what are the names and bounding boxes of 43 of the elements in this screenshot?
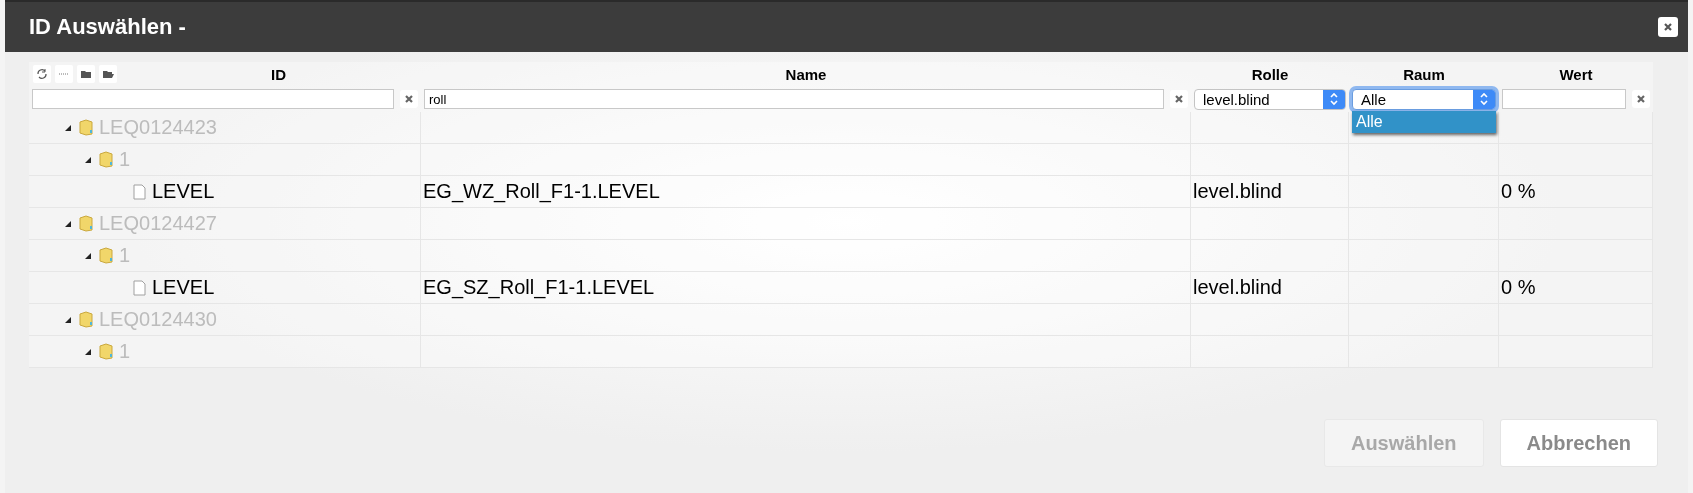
filter-field[interactable] [32,89,394,109]
folder-icon [79,215,93,232]
column-header[interactable]: ID [271,65,286,83]
collapse-triangle-icon[interactable] [83,347,93,356]
close-button[interactable] [1658,17,1678,37]
folder-icon [79,119,93,136]
collapse-triangle-icon[interactable] [63,219,73,228]
collapse-triangle-icon[interactable] [63,123,73,132]
filter-dropdown[interactable]: Alle [1352,88,1496,110]
clear-icon[interactable] [400,90,418,108]
column-header[interactable]: Raum [1403,65,1445,83]
filter-field[interactable] [1502,89,1626,109]
close-icon [1662,21,1674,33]
value-cell: 0 % [1499,176,1653,208]
name-cell: EG_WZ_Roll_F1-1.LEVEL [421,176,1191,208]
clear-icon[interactable] [1632,90,1650,108]
folder-icon[interactable] [77,65,95,83]
file-icon [133,279,146,296]
collapse-triangle-icon[interactable] [83,155,93,164]
collapse-triangle-icon[interactable] [83,251,93,260]
role-cell: level.blind [1191,272,1349,304]
filter-field[interactable]: roll [424,89,1164,109]
value-cell: 0 % [1499,272,1653,304]
clear-icon[interactable] [1170,90,1188,108]
window-title: ID Auswählen - [29,14,186,40]
folder-icon [99,151,113,168]
up-down-arrows-icon [1479,92,1489,106]
column-header[interactable]: Rolle [1251,65,1289,83]
open-folder-icon[interactable] [99,65,117,83]
refresh-icon[interactable] [33,65,51,83]
role-cell: level.blind [1191,176,1349,208]
folder-icon [79,311,93,328]
up-down-arrows-icon [1329,92,1339,106]
name-cell: EG_SZ_Roll_F1-1.LEVEL [421,272,1191,304]
filter-dropdown[interactable]: level.blind [1194,88,1346,110]
column-header[interactable]: Wert [1559,65,1593,83]
folder-icon [99,247,113,264]
tree-item-label[interactable]: LEVEL [152,180,215,203]
collapse-triangle-icon[interactable] [63,315,73,324]
column-header[interactable]: Name [785,65,827,83]
tree-item-label[interactable]: LEVEL [152,276,215,299]
folder-icon [99,343,113,360]
file-icon [133,183,146,200]
